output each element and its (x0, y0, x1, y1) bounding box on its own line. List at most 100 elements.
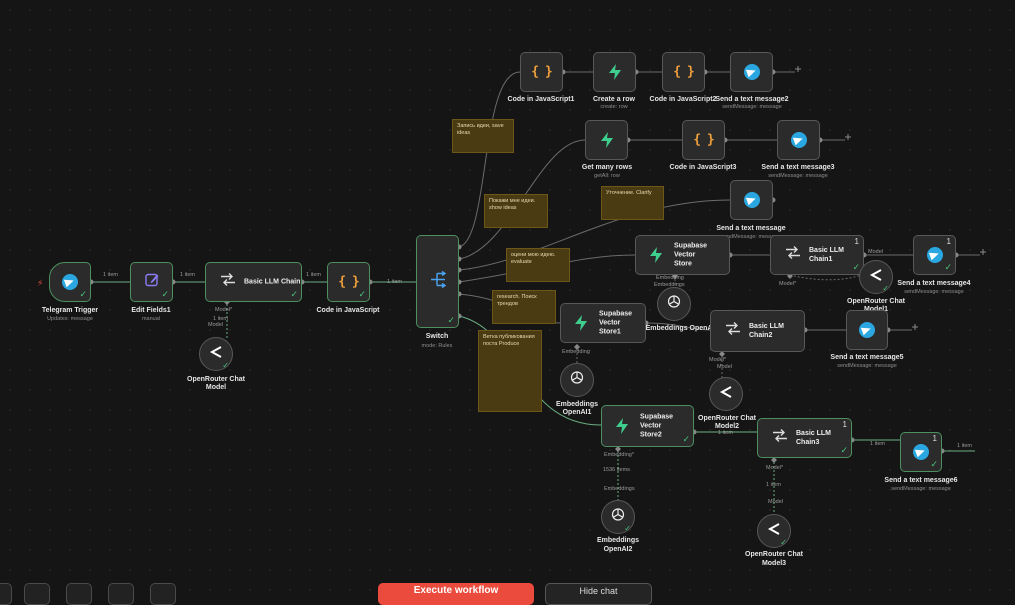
openrouter-model1-node[interactable]: ✓ (859, 260, 893, 294)
node-subtitle: manual (141, 316, 161, 322)
success-check-icon: ✓ (222, 361, 229, 370)
supabase-vector-store-node[interactable]: Supabase Vector Store (635, 235, 730, 275)
openrouter-icon (719, 385, 733, 403)
supabase-vector-store2-node[interactable]: Supabase Vector Store2 ✓ (601, 405, 694, 447)
workflow-canvas[interactable]: 1 item 1 item 1 item 1 item 1 item 1 ite… (0, 0, 1015, 605)
openrouter-model3-node[interactable]: ✓ (757, 514, 791, 548)
telegram-icon (743, 192, 760, 208)
wire-label: 1 item (180, 272, 195, 278)
node-label: Basic LLM (796, 430, 832, 437)
node-label: Basic LLM (809, 247, 845, 254)
port-label: Model* (766, 465, 784, 471)
openrouter-model-node[interactable]: ✓ (199, 337, 233, 371)
node-subtitle: sendMessage: message (837, 363, 897, 369)
node-label: Send a text message6 (884, 477, 958, 484)
sticky-note-show-ideas[interactable]: Покажи мне идеи. show ideas (484, 194, 548, 228)
node-label: OpenRouter Chat (187, 376, 245, 383)
send-message6-node[interactable]: 1 ✓ (900, 432, 942, 472)
chain-link-icon (771, 429, 789, 448)
sticky-note-clarify[interactable]: Уточнение. Clarify (601, 186, 664, 220)
item-count-badge: 1 (946, 237, 951, 246)
node-label: Store1 (599, 328, 621, 336)
chain-link-icon (784, 246, 802, 265)
embeddings-openai2-node[interactable]: ✓ (601, 500, 635, 534)
node-label: Edit Fields1 (131, 307, 171, 314)
supabase-bolt-icon (649, 247, 663, 263)
sticky-note-produce[interactable]: Ветка публикования поста Produce (478, 330, 542, 412)
telegram-icon (790, 132, 807, 148)
switch-node[interactable]: ✓ (416, 235, 459, 328)
success-check-icon: ✓ (161, 289, 169, 299)
node-label: Create a row (592, 96, 636, 103)
code-braces-icon: { } (338, 274, 360, 290)
node-subtitle: getAll: row (594, 173, 620, 179)
code-braces-icon: { } (693, 132, 715, 148)
node-subtitle: sendMessage: message (904, 289, 964, 295)
sticky-note-trends[interactable]: research. Поиск трендов (492, 290, 556, 324)
chat-toggle-button[interactable]: Hide chat (545, 583, 652, 605)
telegram-icon (913, 444, 929, 460)
send-message4-node[interactable]: 1 ✓ (913, 235, 956, 275)
pencil-icon (144, 272, 160, 293)
openrouter-icon (209, 345, 223, 363)
node-label: Store2 (640, 431, 662, 439)
node-label: Basic LLM Chain (244, 278, 301, 286)
execute-workflow-button[interactable]: Execute workflow (378, 583, 534, 605)
node-label: Supabase Vector (640, 413, 674, 430)
telegram-icon (859, 322, 875, 338)
send-message-node[interactable] (730, 180, 773, 220)
basic-llm-chain3-node[interactable]: Basic LLM Chain3 1 ✓ (757, 418, 852, 458)
node-label: Code in JavaScript3 (669, 164, 737, 171)
node-label: Code in JavaScript1 (507, 96, 575, 103)
code-braces-icon: { } (531, 64, 553, 80)
edit-fields-node[interactable]: ✓ (130, 262, 173, 302)
node-label: OpenRouter Chat (847, 298, 905, 305)
node-label: Code in JavaScript2 (649, 96, 717, 103)
tidy-up-button[interactable] (150, 583, 176, 605)
node-label: Telegram Trigger (41, 307, 99, 314)
send-message5-node[interactable] (846, 310, 888, 350)
wire-label: 1 item (103, 272, 118, 278)
port-label: Model* (215, 307, 233, 313)
reset-zoom-button[interactable] (108, 583, 134, 605)
telegram-trigger-node[interactable]: ✓ (49, 262, 91, 302)
code-js1-node[interactable]: { } (520, 52, 563, 92)
zoom-to-fit-button[interactable] (0, 583, 12, 605)
basic-llm-chain1-node[interactable]: Basic LLM Chain1 1 ✓ (770, 235, 864, 275)
supabase-vector-store1-node[interactable]: Supabase Vector Store1 (560, 303, 646, 343)
zoom-in-button[interactable] (24, 583, 50, 605)
item-count-badge: 1 (932, 434, 937, 443)
supabase-bolt-icon (608, 64, 622, 80)
node-label: OpenRouter Chat (745, 551, 803, 558)
send-message2-node[interactable] (730, 52, 773, 92)
node-label: Get many rows (581, 164, 633, 171)
create-row-node[interactable] (593, 52, 636, 92)
embeddings-openai-node[interactable] (657, 287, 691, 321)
openrouter-model2-node[interactable] (709, 377, 743, 411)
success-check-icon: ✓ (882, 284, 889, 293)
success-check-icon: ✓ (290, 289, 298, 299)
sticky-note-evaluate[interactable]: оцени мою идею. evaluate (506, 248, 570, 282)
port-label: Embedding (562, 349, 590, 355)
node-label: Send a text message4 (897, 280, 971, 287)
zoom-out-button[interactable] (66, 583, 92, 605)
chain-link-icon (724, 322, 742, 341)
basic-llm-chain-node[interactable]: Basic LLM Chain ✓ (205, 262, 302, 302)
port-label: Embedding (656, 275, 684, 281)
wire-label: 1 item (387, 279, 402, 285)
basic-llm-chain2-node[interactable]: Basic LLM Chain2 (710, 310, 805, 352)
get-many-rows-node[interactable] (585, 120, 628, 160)
node-label: Model3 (761, 560, 787, 567)
execute-workflow-label: Execute workflow (413, 585, 499, 596)
send-message3-node[interactable] (777, 120, 820, 160)
success-check-icon: ✓ (79, 289, 87, 299)
node-label: Send a text message3 (761, 164, 835, 171)
port-label: Model (868, 249, 883, 255)
code-js2-node[interactable]: { } (662, 52, 705, 92)
openrouter-icon (767, 522, 781, 540)
sticky-note-save-ideas[interactable]: Запись идеи, save ideas (452, 119, 514, 153)
node-label: Model (205, 384, 227, 391)
code-js-node[interactable]: { } ✓ (327, 262, 370, 302)
code-js3-node[interactable]: { } (682, 120, 725, 160)
embeddings-openai1-node[interactable] (560, 363, 594, 397)
